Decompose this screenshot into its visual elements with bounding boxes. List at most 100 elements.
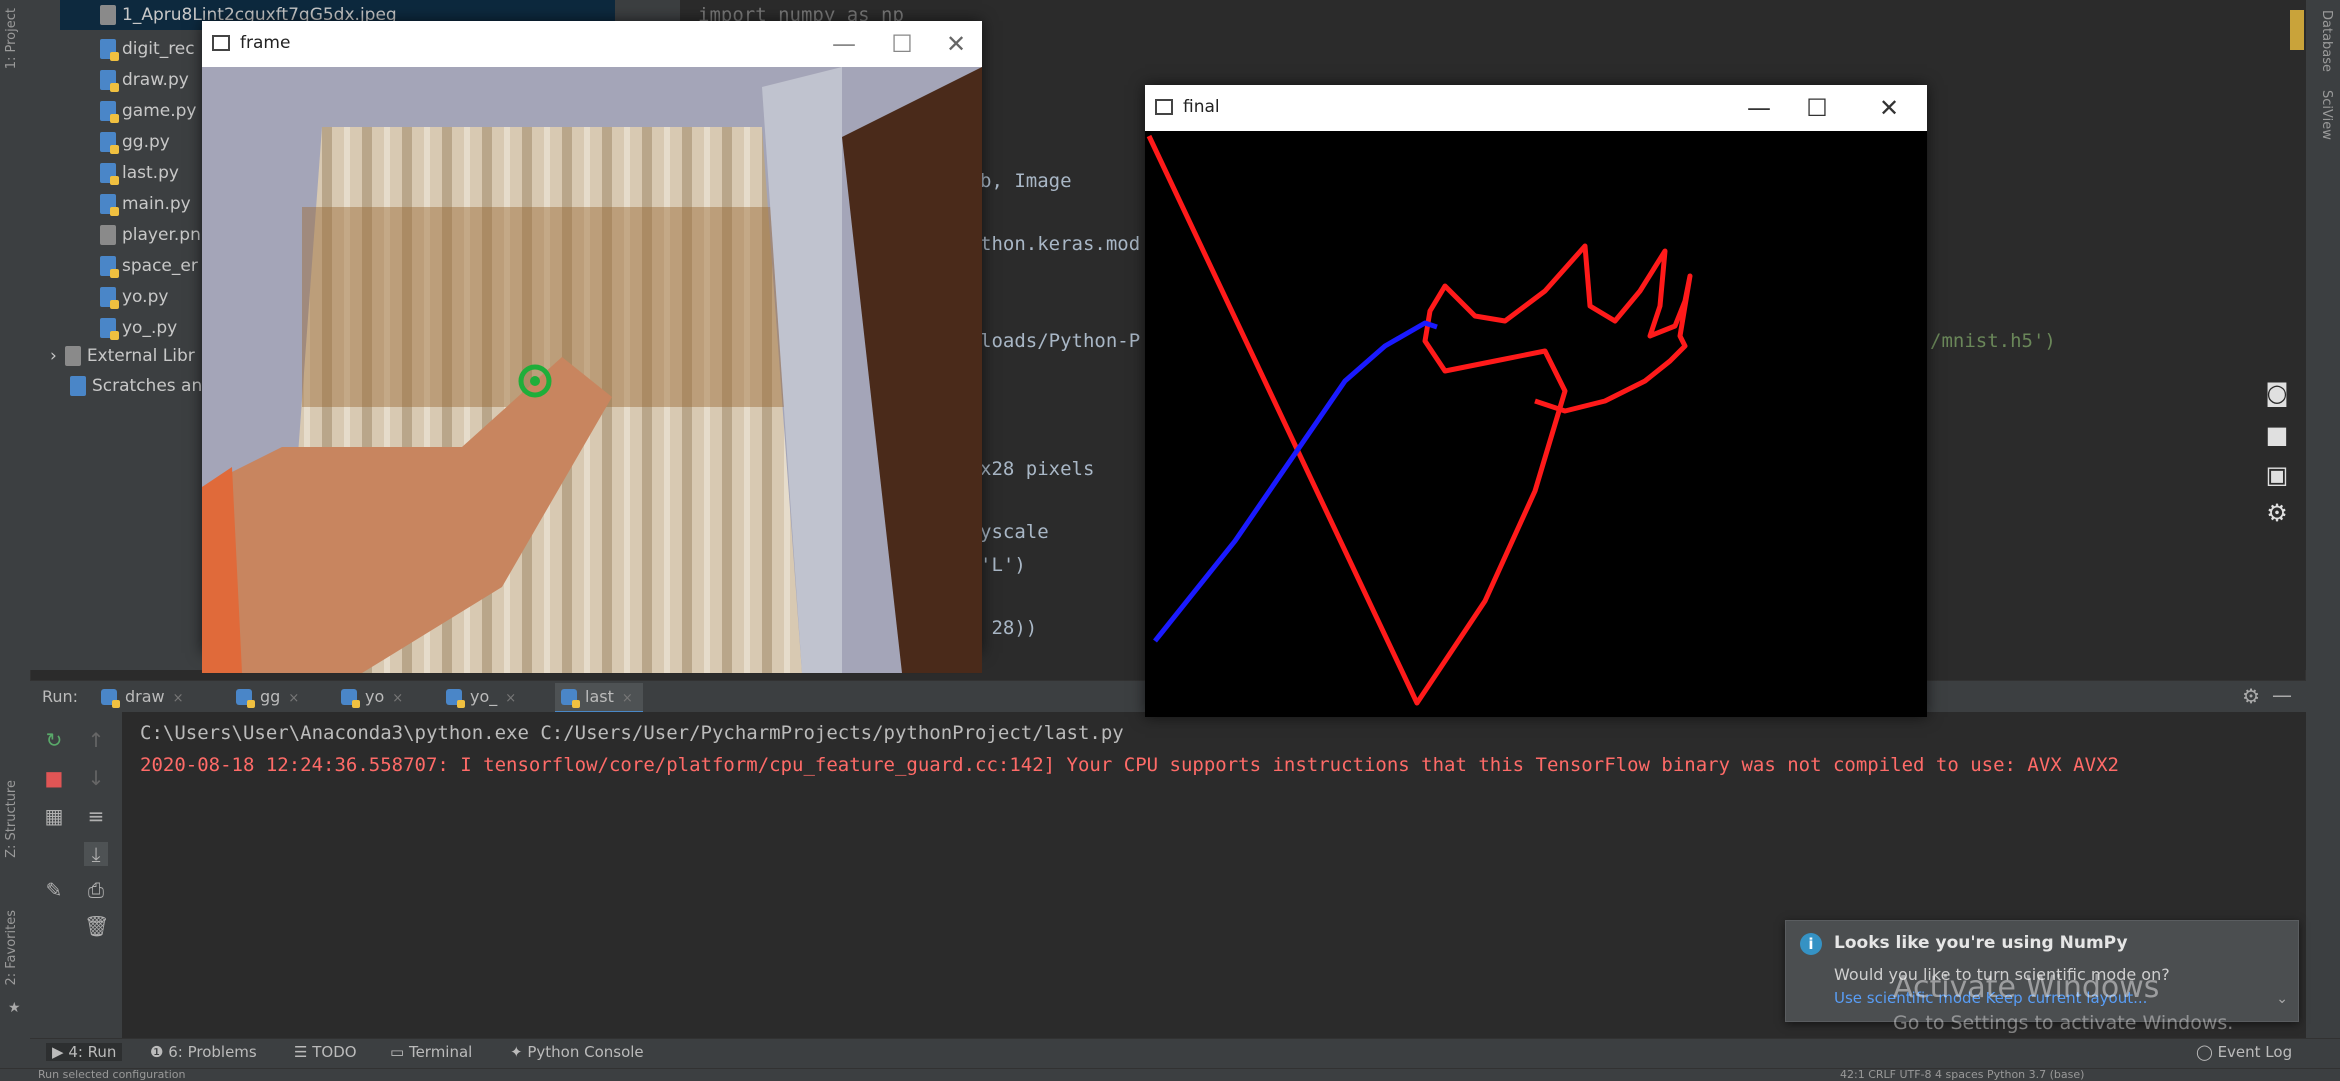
run-tab-yo[interactable]: yo × [335, 683, 413, 711]
run-tab-yo_[interactable]: yo_ × [440, 683, 526, 711]
maximize-button[interactable]: ☐ [884, 29, 920, 59]
python-console-tool-tab[interactable]: ✦ Python Console [510, 1043, 644, 1061]
close-icon[interactable]: × [622, 691, 633, 706]
tree-item-file[interactable]: game.py [100, 96, 196, 126]
terminal-tool-tab[interactable]: ▭ Terminal [390, 1043, 472, 1061]
code-line: b, Image [980, 170, 1072, 192]
close-button[interactable]: ✕ [1871, 93, 1907, 123]
run-tab-gg[interactable]: gg × [230, 683, 309, 711]
run-tool-tab[interactable]: ▶ 4: Run [46, 1043, 123, 1061]
run-toolbar: ↻ ↑ ■ ↓ ▦ ≡ ⤓ ✎ ⎙ 🗑 [30, 712, 122, 1042]
final-window-titlebar[interactable]: final — ☐ ✕ [1145, 85, 1927, 131]
python-icon [561, 689, 580, 708]
image-file-icon [100, 5, 116, 25]
code-line-suffix: /mnist.h5') [1930, 330, 2056, 352]
database-tool-tab[interactable]: Database [2319, 10, 2334, 72]
favorites-tool-tab[interactable]: 2: Favorites [4, 910, 19, 986]
run-tab-last[interactable]: last × [555, 683, 643, 714]
image-file-icon [100, 225, 116, 245]
close-icon[interactable]: × [392, 691, 403, 706]
close-icon[interactable]: × [288, 691, 299, 706]
activate-windows-subtitle: Go to Settings to activate Windows. [1893, 1012, 2234, 1034]
event-log-tool-tab[interactable]: ◯ Event Log [2196, 1043, 2292, 1061]
python-icon [446, 689, 465, 708]
gear-icon[interactable]: ⚙ [2262, 500, 2292, 526]
pin-icon[interactable]: ✎ [42, 878, 66, 902]
drawing-canvas [1145, 131, 1927, 717]
tree-item-file[interactable]: main.py [100, 189, 191, 219]
tree-item-file[interactable]: yo_.py [100, 313, 177, 343]
star-icon[interactable]: ★ [8, 1000, 21, 1016]
editor-scroll-marker[interactable] [2290, 10, 2304, 50]
up-arrow-icon[interactable]: ↑ [84, 728, 108, 752]
gear-icon[interactable]: ⚙ [2242, 684, 2260, 708]
info-icon: i [1800, 933, 1822, 955]
status-bar: Run selected configuration 42:1 CRLF UTF… [0, 1068, 2340, 1081]
structure-tool-tab[interactable]: Z: Structure [4, 780, 19, 858]
soft-wrap-icon[interactable]: ≡ [84, 804, 108, 828]
chevron-down-icon[interactable]: ⌄ [2276, 991, 2288, 1007]
layout-icon[interactable]: ▦ [42, 804, 66, 828]
trash-icon[interactable]: 🗑 [84, 914, 109, 938]
notification-title: Looks like you're using NumPy [1834, 933, 2128, 953]
right-tool-strip: Database SciView [2305, 0, 2340, 1045]
console-warning-line: 2020-08-18 12:24:36.558707: I tensorflow… [140, 754, 2119, 776]
down-arrow-icon[interactable]: ↓ [84, 766, 108, 790]
tree-item-external-libraries[interactable]: › External Libr [50, 341, 195, 371]
library-icon [64, 346, 81, 366]
run-label: Run: [42, 687, 79, 706]
scroll-to-end-icon[interactable]: ⤓ [84, 842, 108, 866]
python-file-icon [100, 287, 119, 309]
problems-tool-tab[interactable]: ❶ 6: Problems [150, 1043, 257, 1061]
gallery-icon[interactable]: ▣ [2262, 462, 2292, 488]
sciview-tool-tab[interactable]: SciView [2319, 90, 2334, 140]
close-icon[interactable]: × [173, 691, 184, 706]
rerun-icon[interactable]: ↻ [42, 728, 66, 752]
video-camera-icon[interactable]: ■ [2262, 422, 2292, 448]
tree-item-file[interactable]: yo.py [100, 282, 168, 312]
minimize-button[interactable]: — [826, 29, 862, 59]
camera-feed [202, 67, 982, 673]
screenshot-camera-icon[interactable]: ◙ [2262, 380, 2292, 406]
stop-icon[interactable]: ■ [42, 766, 66, 790]
minimize-button[interactable]: — [1741, 93, 1777, 123]
chevron-right-icon[interactable]: › [50, 346, 57, 366]
todo-tool-tab[interactable]: ☰ TODO [294, 1043, 357, 1061]
close-icon[interactable]: × [505, 691, 516, 706]
minimize-icon[interactable]: — [2272, 683, 2292, 707]
python-file-icon [100, 101, 119, 123]
frame-window[interactable]: frame — ☐ ✕ [202, 21, 982, 673]
console-command-line: C:\Users\User\Anaconda3\python.exe C:/Us… [140, 722, 1124, 744]
tree-item-file[interactable]: player.pn [100, 220, 201, 250]
python-file-icon [100, 132, 119, 154]
print-icon[interactable]: ⎙ [84, 878, 108, 902]
python-file-icon [100, 194, 119, 216]
python-icon [236, 689, 255, 708]
tree-item-scratches[interactable]: Scratches an [70, 371, 202, 401]
maximize-button[interactable]: ☐ [1799, 93, 1835, 123]
project-tool-tab[interactable]: 1: Project [4, 8, 19, 69]
python-file-icon [100, 163, 119, 185]
python-icon [341, 689, 360, 708]
code-line: x28 pixels [980, 458, 1095, 480]
code-line: 'L') [980, 554, 1026, 576]
python-file-icon [100, 39, 119, 61]
scratches-icon [70, 376, 86, 396]
status-message: Run selected configuration [38, 1068, 186, 1081]
tree-item-file[interactable]: digit_rec [100, 34, 195, 64]
final-window-title: final [1183, 97, 1220, 117]
tree-item-file[interactable]: gg.py [100, 127, 170, 157]
final-window[interactable]: final — ☐ ✕ [1145, 85, 1927, 717]
tree-item-file[interactable]: space_er [100, 251, 198, 281]
run-tab-draw[interactable]: draw × [95, 683, 194, 711]
tree-item-file[interactable]: draw.py [100, 65, 189, 95]
tree-item-file[interactable]: last.py [100, 158, 179, 188]
python-file-icon [100, 70, 119, 92]
frame-window-titlebar[interactable]: frame — ☐ ✕ [202, 21, 982, 67]
frame-window-title: frame [240, 33, 291, 53]
status-info[interactable]: 42:1 CRLF UTF-8 4 spaces Python 3.7 (bas… [1840, 1068, 2084, 1081]
app-icon [212, 35, 230, 51]
code-line: 28)) [980, 617, 1038, 639]
camera-image [202, 67, 982, 673]
close-button[interactable]: ✕ [938, 29, 974, 59]
